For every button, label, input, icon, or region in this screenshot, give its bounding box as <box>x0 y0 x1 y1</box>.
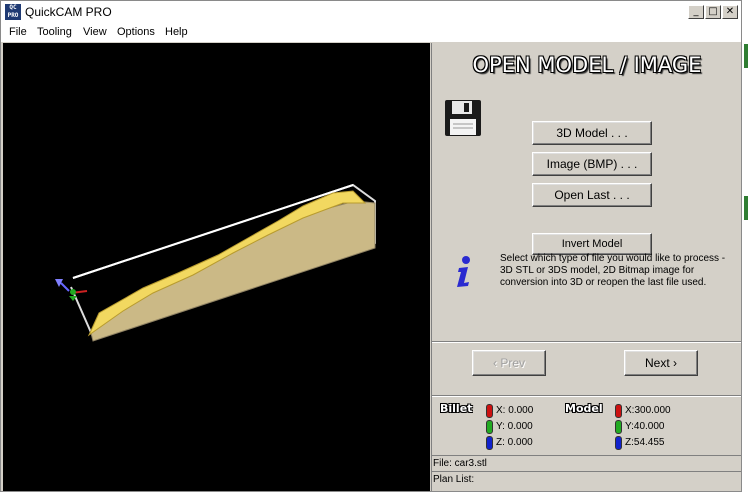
model-label: Model <box>565 402 603 415</box>
coords-divider <box>432 395 741 397</box>
model-z-value: Z:54.455 <box>625 437 665 448</box>
minimize-button[interactable]: _ <box>688 5 704 19</box>
next-button[interactable]: Next › <box>624 350 698 376</box>
file-status: File: car3.stl <box>432 455 741 471</box>
billet-x-swatch <box>486 404 493 418</box>
open-image-bmp-button[interactable]: Image (BMP) . . . <box>532 152 652 176</box>
model-z-swatch <box>615 436 622 450</box>
menu-file[interactable]: File <box>9 26 27 38</box>
billet-y-swatch <box>486 420 493 434</box>
menu-bar: File Tooling View Options Help <box>1 23 741 43</box>
invert-model-button[interactable]: Invert Model <box>532 233 652 255</box>
menu-view[interactable]: View <box>83 26 107 38</box>
menu-options[interactable]: Options <box>117 26 155 38</box>
app-icon-text-top: QC <box>9 4 17 11</box>
open-last-button[interactable]: Open Last . . . <box>532 183 652 207</box>
billet-label: Billet <box>440 402 473 415</box>
model-viewport[interactable] <box>3 43 430 491</box>
open-3d-model-button[interactable]: 3D Model . . . <box>532 121 652 145</box>
model-x-value: X:300.000 <box>625 405 671 416</box>
plan-list-status: Plan List: <box>432 471 741 487</box>
menu-tooling[interactable]: Tooling <box>37 26 72 38</box>
menu-help[interactable]: Help <box>165 26 188 38</box>
app-window: QC PRO QuickCAM PRO _ □ ✕ File Tooling V… <box>0 0 742 492</box>
billet-z-swatch <box>486 436 493 450</box>
axis-origin <box>70 289 76 295</box>
prev-button[interactable]: ‹ Prev <box>472 350 546 376</box>
model-x-swatch <box>615 404 622 418</box>
info-icon <box>457 256 470 287</box>
billet-x-value: X: 0.000 <box>496 405 534 416</box>
app-icon-text-bottom: PRO <box>7 12 19 19</box>
model-y-swatch <box>615 420 622 434</box>
quickcam-app-icon[interactable]: QC PRO <box>5 4 21 20</box>
background-window-marker-top <box>744 44 748 68</box>
panel-title: OPEN MODEL / IMAGE <box>472 53 702 77</box>
model-render <box>55 183 376 342</box>
background-window-edge <box>742 0 748 494</box>
wizard-panel: OPEN MODEL / IMAGE 3D Model . . . Image … <box>431 43 741 491</box>
title-bar[interactable]: QC PRO QuickCAM PRO _ □ ✕ <box>1 1 741 23</box>
billet-z-value: Z: 0.000 <box>496 437 533 448</box>
billet-y-value: Y: 0.000 <box>496 421 533 432</box>
window-title: QuickCAM PRO <box>25 5 112 19</box>
maximize-button[interactable]: □ <box>705 5 721 19</box>
info-description: Select which type of file you would like… <box>500 253 726 288</box>
model-side-face <box>90 200 376 342</box>
floppy-disk-icon <box>445 100 481 136</box>
panel-divider <box>432 341 741 343</box>
close-button[interactable]: ✕ <box>722 5 738 19</box>
model-y-value: Y:40.000 <box>625 421 665 432</box>
axis-z-line <box>60 282 70 292</box>
background-window-marker-bottom <box>744 196 748 220</box>
